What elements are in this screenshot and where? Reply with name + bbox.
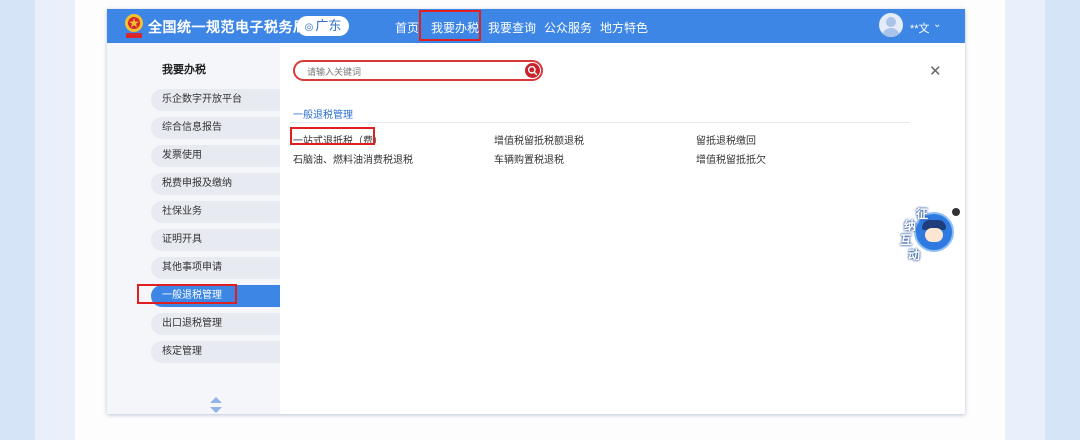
sidebar: 我要办税 乐企数字开放平台 综合信息报告 发票使用 税费申报及缴纳 社保业务 证… [107, 43, 280, 414]
national-emblem-icon [125, 14, 143, 38]
sidebar-item[interactable]: 出口退税管理 [151, 313, 280, 335]
sidebar-item[interactable]: 核定管理 [151, 341, 280, 363]
sidebar-item[interactable]: 证明开具 [151, 229, 280, 251]
page-margin-right [1045, 0, 1080, 440]
nav-home[interactable]: 首页 [395, 19, 419, 36]
chevron-down-icon[interactable]: ⌄ [933, 19, 941, 30]
service-link[interactable]: 车辆购置税退税 [494, 151, 564, 166]
tax-portal-window: 全国统一规范电子税务局 ◎ 广东 首页 我要办税 我要查询 公众服务 地方特色 *… [107, 9, 965, 414]
service-link[interactable]: 增值税留抵抵欠 [696, 151, 766, 166]
sidebar-item[interactable]: 乐企数字开放平台 [151, 89, 280, 111]
search-button[interactable] [525, 63, 540, 78]
nav-query[interactable]: 我要查询 [488, 19, 536, 36]
sidebar-item[interactable]: 发票使用 [151, 145, 280, 167]
search-icon [527, 65, 538, 76]
sidebar-item[interactable]: 其他事项申请 [151, 257, 280, 279]
sidebar-scroll-arrows-icon[interactable] [209, 397, 223, 413]
widget-char: 动 [908, 248, 921, 262]
nav-highlight-box [419, 10, 481, 41]
sidebar-item[interactable]: 税费申报及缴纳 [151, 173, 280, 195]
interaction-assistant-widget[interactable]: 征 纳 互 动 [900, 206, 962, 264]
username[interactable]: **文 [910, 20, 930, 36]
top-navigation-bar: 全国统一规范电子税务局 ◎ 广东 首页 我要办税 我要查询 公众服务 地方特色 *… [107, 9, 965, 43]
service-link[interactable]: 增值税留抵税额退税 [494, 132, 584, 147]
page-margin-left [0, 0, 35, 440]
assistant-face-icon [925, 228, 943, 242]
search-input[interactable] [305, 64, 509, 80]
sidebar-item[interactable]: 综合信息报告 [151, 117, 280, 139]
user-avatar[interactable] [879, 13, 903, 37]
sidebar-heading: 我要办税 [162, 64, 206, 76]
region-selector[interactable]: ◎ 广东 [297, 16, 349, 36]
widget-char: 征 [916, 207, 929, 221]
service-link[interactable]: 石脑油、燃料油消费税退税 [293, 151, 413, 166]
service-link[interactable]: 留抵退税缴回 [696, 132, 756, 147]
region-label: 广东 [315, 18, 342, 33]
location-pin-icon: ◎ [304, 22, 314, 33]
nav-local-features[interactable]: 地方特色 [600, 19, 648, 36]
section-divider [290, 122, 910, 123]
search-box [293, 60, 543, 81]
link-highlight-box [290, 127, 375, 145]
close-icon[interactable]: ✕ [929, 62, 942, 80]
section-title: 一般退税管理 [293, 110, 353, 121]
sidebar-highlight-box [137, 284, 237, 304]
site-title: 全国统一规范电子税务局 [148, 19, 308, 35]
widget-close-icon[interactable] [952, 208, 960, 216]
nav-public-service[interactable]: 公众服务 [544, 19, 592, 36]
sidebar-item[interactable]: 社保业务 [151, 201, 280, 223]
